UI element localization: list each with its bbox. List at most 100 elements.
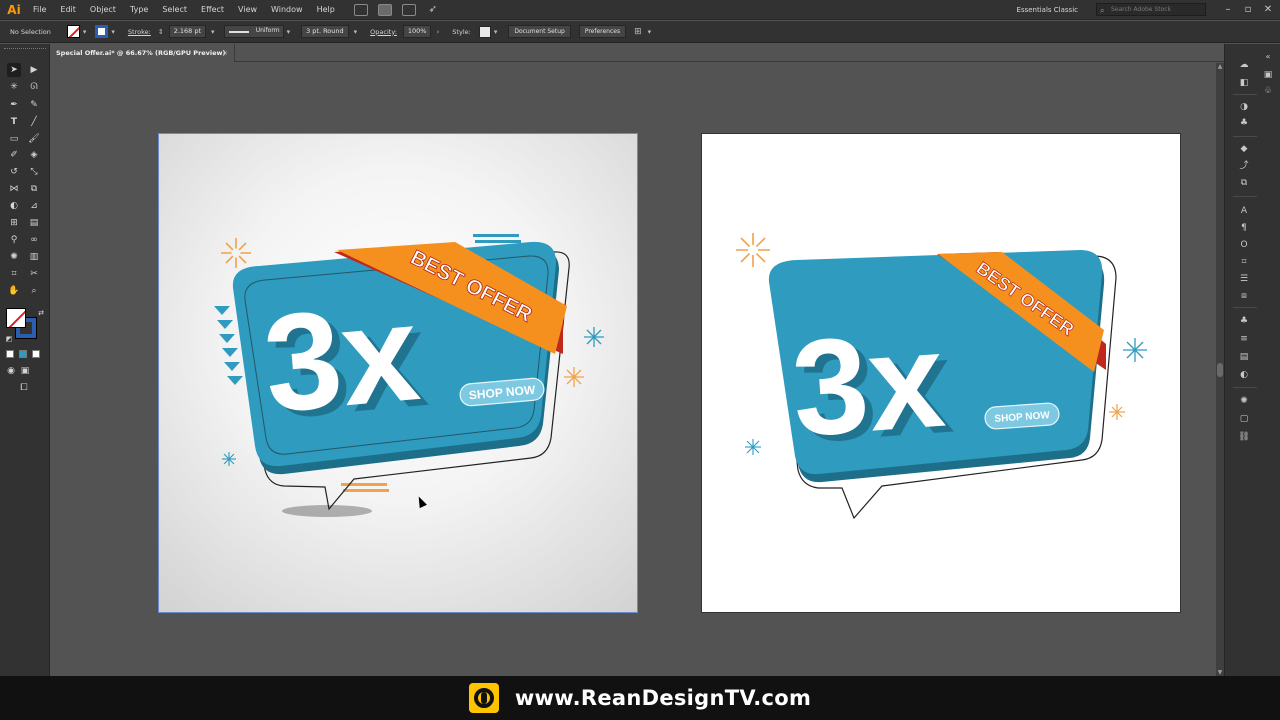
menu-help[interactable]: Help [310, 0, 342, 20]
artboard-left[interactable]: BEST OFFER 3x 3x SHOP NOW [158, 133, 638, 613]
variable-width-profile[interactable]: Uniform [223, 25, 284, 38]
screen-mode-icon[interactable]: ▣ [18, 364, 32, 378]
direct-selection-tool-icon[interactable]: ▶ [27, 63, 41, 77]
chevron-down-icon[interactable]: ▾ [494, 28, 498, 36]
banner-artwork-right[interactable]: BEST OFFER 3x 3x SHOP NOW [702, 134, 1181, 613]
opacity-field[interactable]: 100% [402, 25, 432, 38]
links-icon[interactable]: ⛓ [1237, 430, 1251, 444]
swap-fill-stroke-icon[interactable]: ⇄ [34, 306, 48, 320]
fill-swatch[interactable] [66, 25, 80, 38]
layers-icon[interactable]: ◆ [1237, 142, 1251, 156]
asset-export-icon[interactable]: ⤴ [1237, 159, 1251, 173]
zoom-tool-icon[interactable]: ⌕ [27, 284, 41, 298]
default-colors-icon[interactable]: ◩ [2, 332, 16, 346]
scale-tool-icon[interactable]: ⤡ [27, 165, 41, 179]
perspective-grid-tool-icon[interactable]: ⊿ [27, 199, 41, 213]
transparency-icon[interactable]: ◐ [1237, 368, 1251, 382]
chevron-down-icon[interactable]: ▾ [211, 28, 215, 36]
tab-close-icon[interactable]: × [223, 44, 228, 62]
menu-file[interactable]: File [26, 0, 53, 20]
stock-icon[interactable] [377, 3, 392, 16]
banner-artwork-left[interactable]: BEST OFFER 3x 3x SHOP NOW [159, 134, 638, 613]
line-tool-icon[interactable]: ╱ [27, 115, 41, 129]
scroll-up-icon[interactable]: ▲ [1216, 63, 1224, 70]
chevron-down-icon[interactable]: ▾ [83, 28, 87, 36]
menu-view[interactable]: View [231, 0, 264, 20]
chevron-down-icon[interactable]: ▾ [287, 28, 291, 36]
paintbrush-tool-icon[interactable]: 🖌 [27, 132, 41, 146]
stroke-swatch[interactable] [95, 25, 109, 38]
bridge-icon[interactable] [353, 3, 368, 16]
selection-tool-icon[interactable]: ➤ [7, 63, 21, 77]
edit-toolbar-icon[interactable]: ⧠ [17, 381, 31, 395]
none-mode-icon[interactable] [32, 350, 40, 358]
swatches-icon[interactable]: ♣ [1237, 314, 1251, 328]
paragraph-icon[interactable]: ¶ [1237, 221, 1251, 235]
document-tab[interactable]: Special Offer.ai* @ 66.67% (RGB/GPU Prev… [50, 44, 235, 62]
gradient-panel-icon[interactable]: ▣ [1261, 68, 1275, 82]
rotate-tool-icon[interactable]: ↺ [7, 165, 21, 179]
properties-icon[interactable]: ◧ [1237, 76, 1251, 90]
preferences-button[interactable]: Preferences [578, 25, 627, 38]
close-icon[interactable]: ✕ [1260, 4, 1276, 15]
gpu-performance-icon[interactable]: ➶ [426, 4, 440, 16]
gradient-icon[interactable]: ▤ [1237, 350, 1251, 364]
character-icon[interactable]: A [1237, 204, 1251, 218]
symbol-sprayer-tool-icon[interactable]: ✺ [7, 250, 21, 264]
color-icon[interactable]: ◑ [1237, 100, 1251, 114]
curvature-tool-icon[interactable]: ✎ [27, 98, 41, 112]
chevron-down-icon[interactable]: ▾ [354, 28, 358, 36]
document-setup-button[interactable]: Document Setup [508, 25, 571, 38]
pen-tool-icon[interactable]: ✒ [7, 98, 21, 112]
free-transform-tool-icon[interactable]: ⧉ [27, 182, 41, 196]
symbols-icon[interactable]: ♧ [1261, 84, 1275, 98]
arrange-icon[interactable]: ⊞ [634, 27, 642, 37]
libraries-icon[interactable]: ☁ [1237, 58, 1251, 72]
transform-icon[interactable]: ⌗ [1237, 255, 1251, 269]
fill-color-box[interactable] [6, 308, 26, 328]
chevron-down-icon[interactable]: ▾ [648, 28, 652, 36]
vertical-scrollbar[interactable]: ▲ ▼ [1216, 63, 1224, 676]
menu-edit[interactable]: Edit [53, 0, 83, 20]
graphic-styles-icon[interactable]: ▢ [1237, 412, 1251, 426]
stepper-icon[interactable]: ⇕ [158, 28, 164, 36]
magic-wand-tool-icon[interactable]: ✳ [7, 80, 21, 94]
graphic-style-swatch[interactable] [478, 25, 491, 38]
pathfinder-icon[interactable]: ⧈ [1237, 289, 1251, 303]
mesh-tool-icon[interactable]: ⊞ [7, 216, 21, 230]
appearance-icon[interactable]: ✺ [1237, 394, 1251, 408]
draw-mode-icon[interactable]: ◉ [4, 364, 18, 378]
minimize-icon[interactable]: – [1220, 4, 1236, 15]
scroll-down-icon[interactable]: ▼ [1216, 669, 1224, 676]
menu-window[interactable]: Window [264, 0, 310, 20]
blend-tool-icon[interactable]: ∞ [27, 233, 41, 247]
stroke-icon[interactable]: ≡ [1237, 332, 1251, 346]
artboard-tool-icon[interactable]: ⌗ [7, 267, 21, 281]
type-tool-icon[interactable]: T [7, 115, 21, 129]
chevron-down-icon[interactable]: ▾ [111, 28, 115, 36]
slice-tool-icon[interactable]: ✂ [27, 267, 41, 281]
rectangle-tool-icon[interactable]: ▭ [7, 132, 21, 146]
workspace-switcher[interactable]: Essentials Classic [1017, 6, 1078, 14]
maximize-icon[interactable]: ▫ [1240, 4, 1256, 15]
lasso-tool-icon[interactable]: ᘏ [27, 80, 41, 94]
scroll-thumb[interactable] [1217, 363, 1223, 377]
chevron-right-icon[interactable]: › [436, 28, 439, 36]
align-icon[interactable]: ☰ [1237, 272, 1251, 286]
menu-object[interactable]: Object [83, 0, 123, 20]
collapse-panels-icon[interactable]: « [1261, 50, 1275, 64]
artboard-right[interactable]: BEST OFFER 3x 3x SHOP NOW [701, 133, 1181, 613]
gradient-mode-icon[interactable] [19, 350, 27, 358]
menu-select[interactable]: Select [155, 0, 194, 20]
color-mode-icon[interactable] [6, 350, 14, 358]
menu-effect[interactable]: Effect [194, 0, 231, 20]
shape-builder-tool-icon[interactable]: ◐ [7, 199, 21, 213]
stroke-weight-field[interactable]: 2.168 pt [168, 25, 207, 38]
canvas-area[interactable]: BEST OFFER 3x 3x SHOP NOW BEST OFFER 3x … [50, 63, 1216, 676]
eraser-tool-icon[interactable]: ◈ [27, 148, 41, 162]
artboards-icon[interactable]: ⧉ [1237, 176, 1251, 190]
eyedropper-tool-icon[interactable]: ⚲ [7, 233, 21, 247]
opentype-icon[interactable]: O [1237, 238, 1251, 252]
shaper-tool-icon[interactable]: ✐ [7, 148, 21, 162]
width-tool-icon[interactable]: ⋈ [7, 182, 21, 196]
